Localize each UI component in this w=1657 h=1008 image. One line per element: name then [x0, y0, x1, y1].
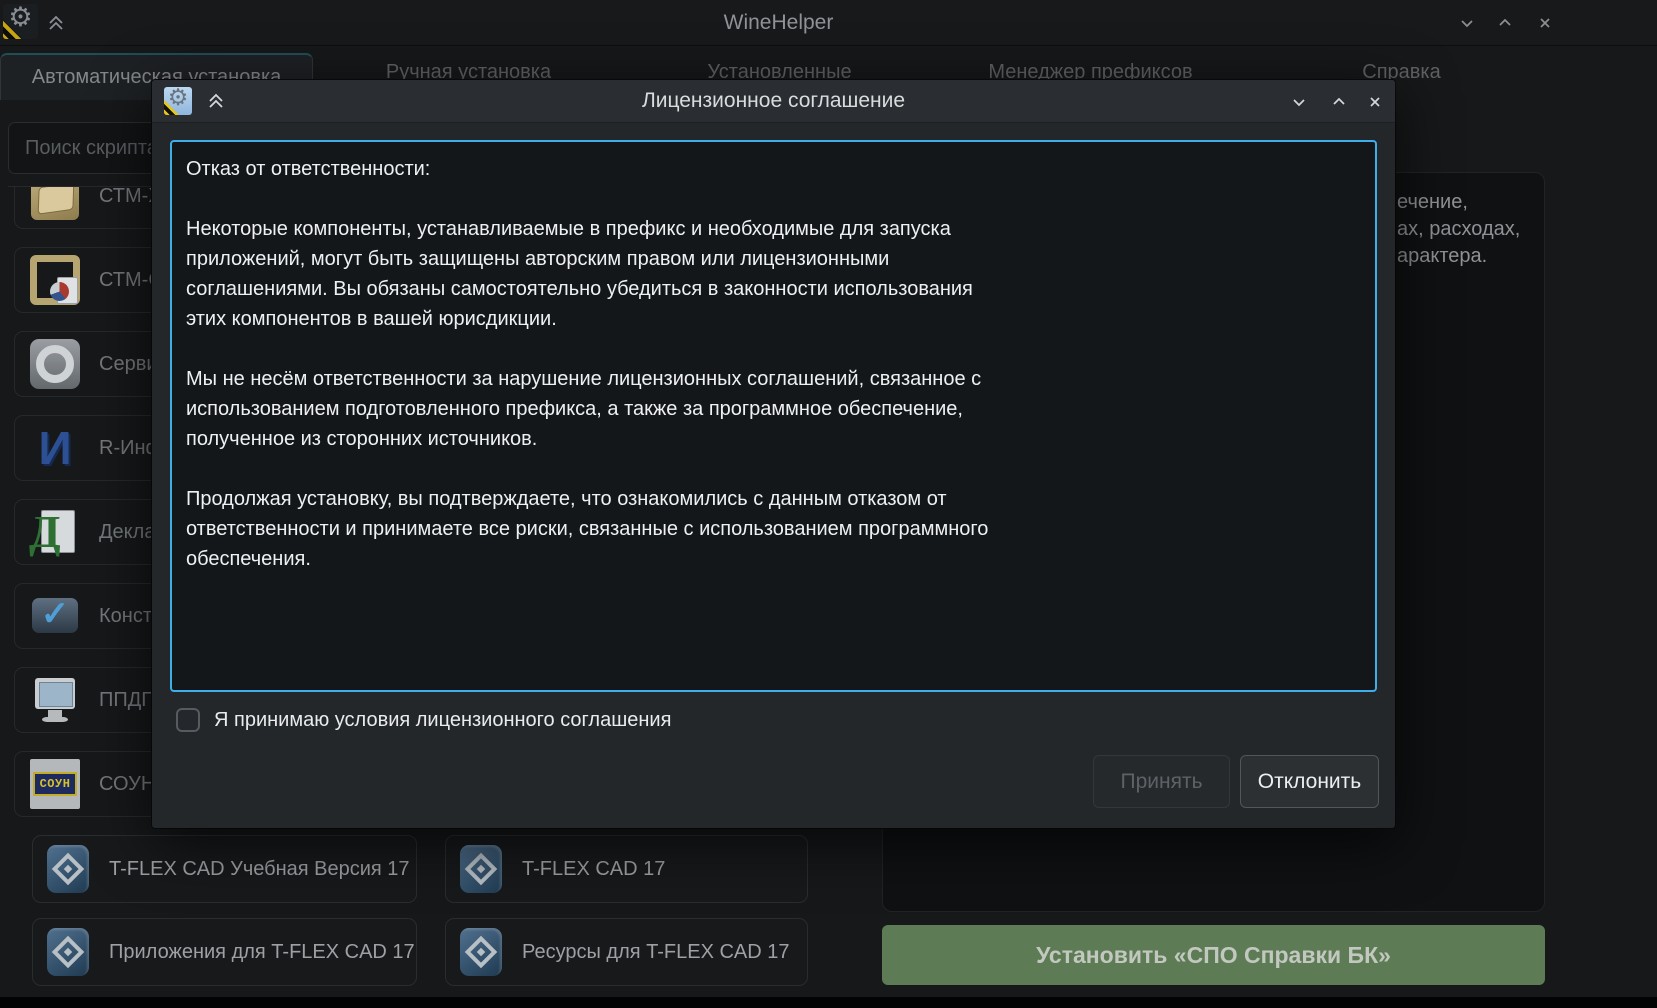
license-accept-label: Я принимаю условия лицензионного соглаше… — [214, 705, 671, 735]
dialog-minimize-icon[interactable] — [1290, 93, 1308, 111]
tflex-icon — [460, 845, 502, 893]
bottom-strip — [0, 997, 1657, 1008]
monitor-check-icon: ✓ — [29, 590, 81, 642]
ring-icon — [29, 338, 81, 390]
package-tflex-cad[interactable]: T-FLEX CAD 17 — [445, 835, 808, 903]
description-text: ечение, ах, расходах, арактера. — [1397, 189, 1520, 270]
stm-x-icon — [29, 186, 81, 222]
dialog-close-icon[interactable] — [1366, 93, 1384, 111]
package-label: Приложения для T-FLEX CAD 17 — [109, 941, 415, 964]
close-icon[interactable] — [1536, 14, 1554, 32]
package-tflex-edu[interactable]: T-FLEX CAD Учебная Версия 17 — [32, 835, 417, 903]
decline-button[interactable]: Отклонить — [1240, 755, 1379, 808]
tflex-icon — [460, 928, 502, 976]
license-dialog: ⚙ Лицензионное соглашение Отказ от ответ… — [152, 80, 1395, 828]
accept-button[interactable]: Принять — [1093, 755, 1230, 808]
dialog-titlebar: ⚙ Лицензионное соглашение — [152, 80, 1395, 123]
package-label: T-FLEX CAD Учебная Версия 17 — [109, 858, 410, 881]
letter-i-icon: И — [29, 422, 81, 474]
winehelper-window: ⚙ WineHelper Автоматическая установка Ру… — [0, 0, 1657, 1008]
package-label: Ресурсы для T-FLEX CAD 17 — [522, 941, 790, 964]
script-label: ППДГ — [99, 689, 152, 712]
minimize-icon[interactable] — [1458, 14, 1476, 32]
script-label: Серви — [99, 353, 158, 376]
letter-d-doc-icon: Д — [29, 506, 81, 558]
soun-badge-icon: СОУН — [29, 758, 81, 810]
dialog-title: Лицензионное соглашение — [152, 80, 1395, 122]
description-line: арактера. — [1397, 243, 1520, 270]
main-titlebar: ⚙ WineHelper — [0, 0, 1657, 46]
script-label: Конст — [99, 605, 152, 628]
script-label: Декла — [99, 521, 155, 544]
install-spo-button[interactable]: Установить «СПО Справки БК» — [882, 925, 1545, 985]
monitor-icon — [29, 674, 81, 726]
maximize-icon[interactable] — [1496, 14, 1514, 32]
script-label: СОУН — [99, 773, 155, 796]
license-accept-checkbox[interactable] — [176, 708, 200, 732]
tflex-icon — [47, 928, 89, 976]
stm-c-icon — [29, 254, 81, 306]
description-line: ах, расходах, — [1397, 216, 1520, 243]
package-tflex-resources[interactable]: Ресурсы для T-FLEX CAD 17 — [445, 918, 808, 986]
tflex-icon — [47, 845, 89, 893]
window-title: WineHelper — [0, 0, 1557, 45]
package-tflex-apps[interactable]: Приложения для T-FLEX CAD 17 — [32, 918, 417, 986]
package-label: T-FLEX CAD 17 — [522, 858, 665, 881]
description-line: ечение, — [1397, 189, 1520, 216]
dialog-maximize-icon[interactable] — [1330, 93, 1348, 111]
license-text-view[interactable]: Отказ от ответственности: Некоторые комп… — [170, 140, 1377, 692]
